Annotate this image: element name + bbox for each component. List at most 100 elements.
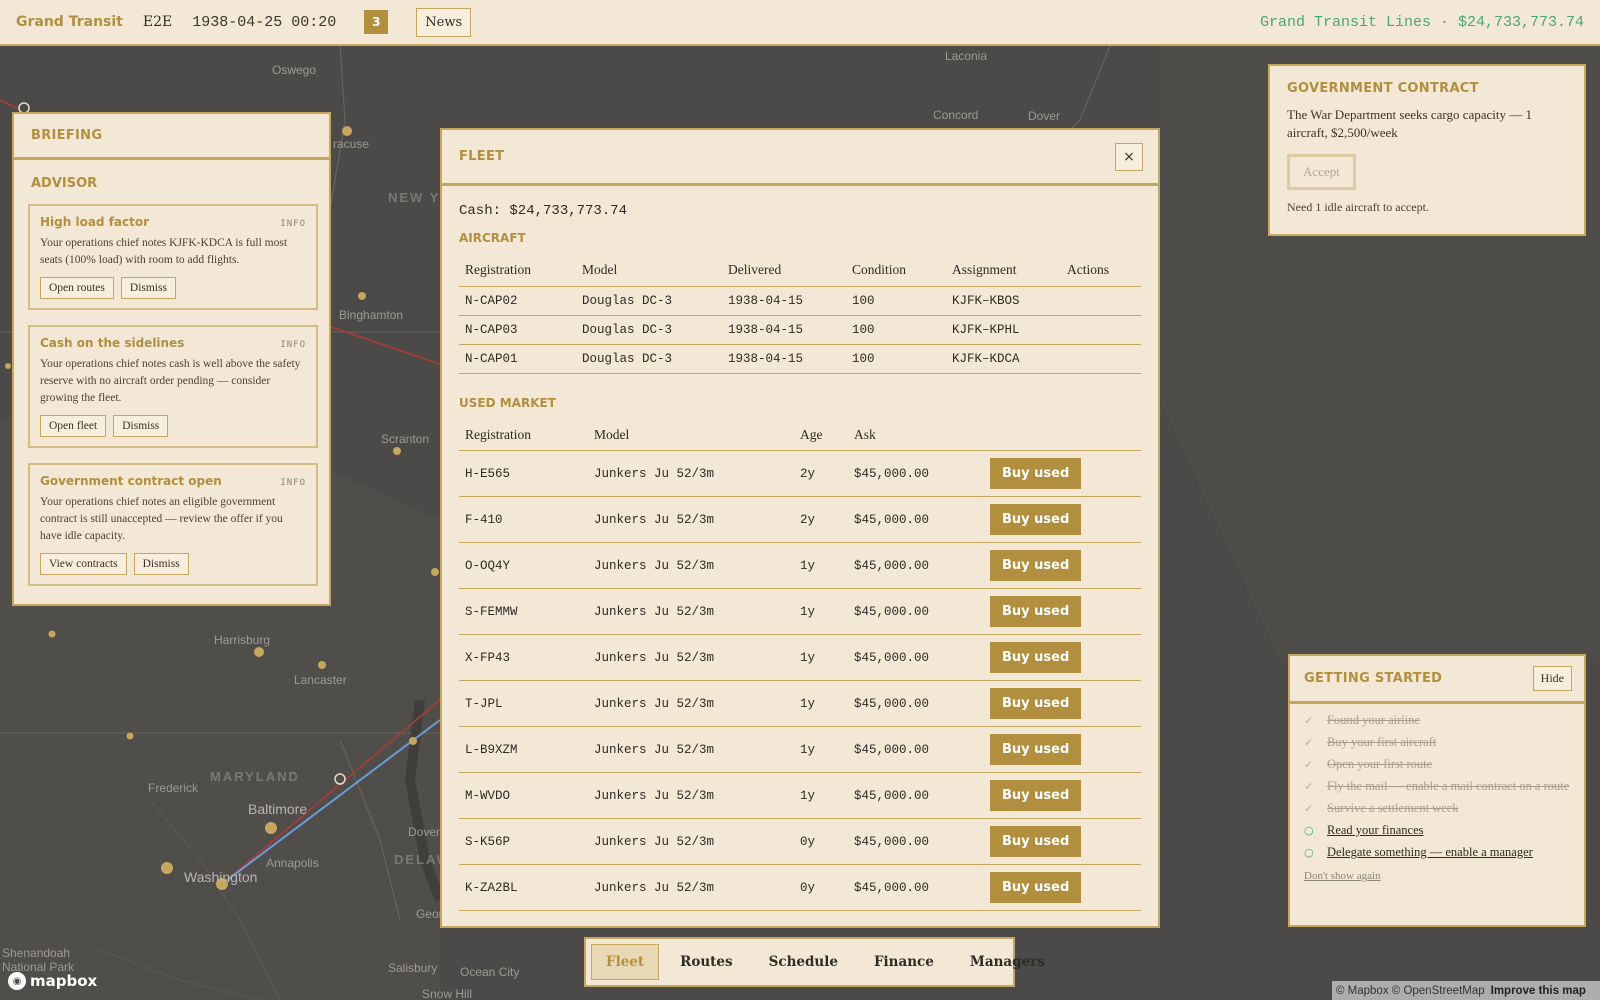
table-cell: O-OQ4Y: [459, 542, 588, 589]
advisor-card-cash: Cash on the sidelines INFO Your operatio…: [28, 325, 318, 448]
checklist-item: ✓ Buy your first aircraft: [1304, 734, 1570, 751]
column-header: Assignment: [946, 255, 1061, 287]
table-cell: Junkers Ju 52/3m: [588, 588, 794, 635]
table-cell: [1061, 344, 1141, 374]
tab-finance[interactable]: Finance: [859, 944, 949, 980]
open-routes-button[interactable]: Open routes: [40, 277, 114, 299]
table-cell: [1061, 286, 1141, 316]
market-row: L-B9XZM Junkers Ju 52/3m 1y $45,000.00 Buy u…: [459, 726, 1141, 773]
city-syracuse[interactable]: [342, 126, 352, 136]
map-label-snow-hill: Snow Hill: [422, 987, 472, 1000]
buy-used-button[interactable]: Buy used: [990, 780, 1082, 811]
check-icon: ✓: [1304, 780, 1314, 793]
tab-fleet[interactable]: Fleet: [591, 944, 660, 980]
table-cell: Junkers Ju 52/3m: [588, 864, 794, 911]
checklist: ✓ Found your airline ✓ Buy your first aircr…: [1290, 704, 1584, 861]
table-cell: 1y: [794, 772, 848, 819]
aircraft-table: Registration Model Delivered Condition A…: [459, 255, 1141, 374]
table-cell: Douglas DC-3: [576, 286, 722, 316]
checklist-item-label: Survive a settlement week: [1327, 801, 1459, 815]
tab-managers[interactable]: Managers: [955, 944, 1060, 980]
table-cell: T-JPL: [459, 680, 588, 727]
map-label-laconia: Laconia: [945, 49, 987, 63]
table-cell: L-B9XZM: [459, 726, 588, 773]
dismiss-button[interactable]: Dismiss: [113, 415, 169, 437]
buy-used-button[interactable]: Buy used: [990, 504, 1082, 535]
table-cell: [1061, 315, 1141, 345]
market-row: K-ZA2BL Junkers Ju 52/3m 0y $45,000.00 Buy u…: [459, 864, 1141, 911]
copyright-text[interactable]: © Mapbox © OpenStreetMap: [1336, 985, 1485, 997]
table-cell: 100: [846, 315, 946, 345]
close-icon[interactable]: ×: [1115, 143, 1143, 171]
buy-used-button[interactable]: Buy used: [990, 458, 1082, 489]
checklist-item-label: Delegate something — enable a manager: [1327, 845, 1533, 859]
map-label-maryland: MARYLAND: [210, 769, 300, 784]
table-cell: 1938-04-15: [722, 344, 846, 374]
improve-map-link[interactable]: Improve this map: [1491, 985, 1586, 997]
check-icon: ✓: [1304, 736, 1314, 749]
table-cell: 1y: [794, 726, 848, 773]
table-cell: $45,000.00: [848, 588, 984, 635]
table-cell: M-WVDO: [459, 772, 588, 819]
buy-used-button[interactable]: Buy used: [990, 596, 1082, 627]
market-row: X-FP43 Junkers Ju 52/3m 1y $45,000.00 Buy us…: [459, 634, 1141, 681]
tab-routes[interactable]: Routes: [665, 944, 747, 980]
table-cell: $45,000.00: [848, 818, 984, 865]
table-cell: Buy used: [984, 726, 1141, 773]
column-header: Ask: [848, 419, 984, 451]
checklist-item-label: Open your first route: [1327, 757, 1433, 771]
column-header: Registration: [459, 419, 588, 451]
map-label-concord: Concord: [933, 108, 978, 122]
map-label-lancaster: Lancaster: [294, 673, 347, 687]
bottom-nav: Fleet Routes Schedule Finance Managers: [584, 937, 1045, 987]
buy-used-button[interactable]: Buy used: [990, 872, 1082, 903]
table-cell: N-CAP02: [459, 286, 576, 316]
hide-button[interactable]: Hide: [1532, 666, 1572, 691]
table-cell: K-ZA2BL: [459, 864, 588, 911]
table-cell: F-410: [459, 496, 588, 543]
check-icon: ✓: [1304, 802, 1314, 815]
table-cell: Junkers Ju 52/3m: [588, 634, 794, 681]
news-button[interactable]: News: [416, 7, 472, 37]
table-cell: $45,000.00: [848, 864, 984, 911]
map-label-dover-md: Dover: [408, 825, 440, 839]
card-body: Your operations chief notes an eligible …: [40, 496, 283, 542]
map-label-binghamton: Binghamton: [339, 308, 403, 322]
card-body: Your operations chief notes cash is well…: [40, 358, 301, 404]
checklist-item[interactable]: ○ Read your finances: [1304, 822, 1570, 839]
checklist-item: ✓ Survive a settlement week: [1304, 800, 1570, 817]
top-bar: Grand Transit E2E 1938-04-25 00:20 3 New…: [0, 0, 1600, 46]
table-cell: 100: [846, 344, 946, 374]
dismiss-button[interactable]: Dismiss: [120, 277, 176, 299]
buy-used-button[interactable]: Buy used: [990, 550, 1082, 581]
open-fleet-button[interactable]: Open fleet: [40, 415, 107, 437]
market-row: S-K56P Junkers Ju 52/3m 0y $45,000.00 Buy us…: [459, 818, 1141, 865]
table-cell: Buy used: [984, 772, 1141, 819]
card-tag: INFO: [280, 340, 306, 350]
buy-used-button[interactable]: Buy used: [990, 734, 1082, 765]
column-header: [984, 419, 1141, 451]
advisor-card-high-load: High load factor INFO Your operations ch…: [28, 204, 318, 310]
table-cell: Buy used: [984, 864, 1141, 911]
government-contract-panel: GOVERNMENT CONTRACT The War Department s…: [1268, 64, 1586, 236]
table-cell: Junkers Ju 52/3m: [588, 726, 794, 773]
buy-used-button[interactable]: Buy used: [990, 826, 1082, 857]
getting-started-header: GETTING STARTED Hide: [1290, 656, 1584, 704]
check-icon: ✓: [1304, 714, 1314, 727]
mapbox-logo[interactable]: ◉ mapbox: [8, 972, 97, 990]
tab-schedule[interactable]: Schedule: [754, 944, 853, 980]
buy-used-button[interactable]: Buy used: [990, 688, 1082, 719]
dismiss-button[interactable]: Dismiss: [133, 553, 189, 575]
table-cell: $45,000.00: [848, 542, 984, 589]
checklist-item[interactable]: ○ Delegate something — enable a manager: [1304, 844, 1570, 861]
accept-button[interactable]: Accept: [1287, 154, 1356, 190]
circle-icon: ○: [1304, 824, 1314, 837]
table-cell: Buy used: [984, 450, 1141, 497]
dont-show-again-link[interactable]: Don't show again: [1304, 870, 1584, 882]
card-tag: INFO: [280, 219, 306, 229]
market-row: F-410 Junkers Ju 52/3m 2y $45,000.00 Buy use…: [459, 496, 1141, 543]
table-cell: Douglas DC-3: [576, 315, 722, 345]
view-contracts-button[interactable]: View contracts: [40, 553, 127, 575]
notification-badge[interactable]: 3: [364, 10, 389, 34]
buy-used-button[interactable]: Buy used: [990, 642, 1082, 673]
